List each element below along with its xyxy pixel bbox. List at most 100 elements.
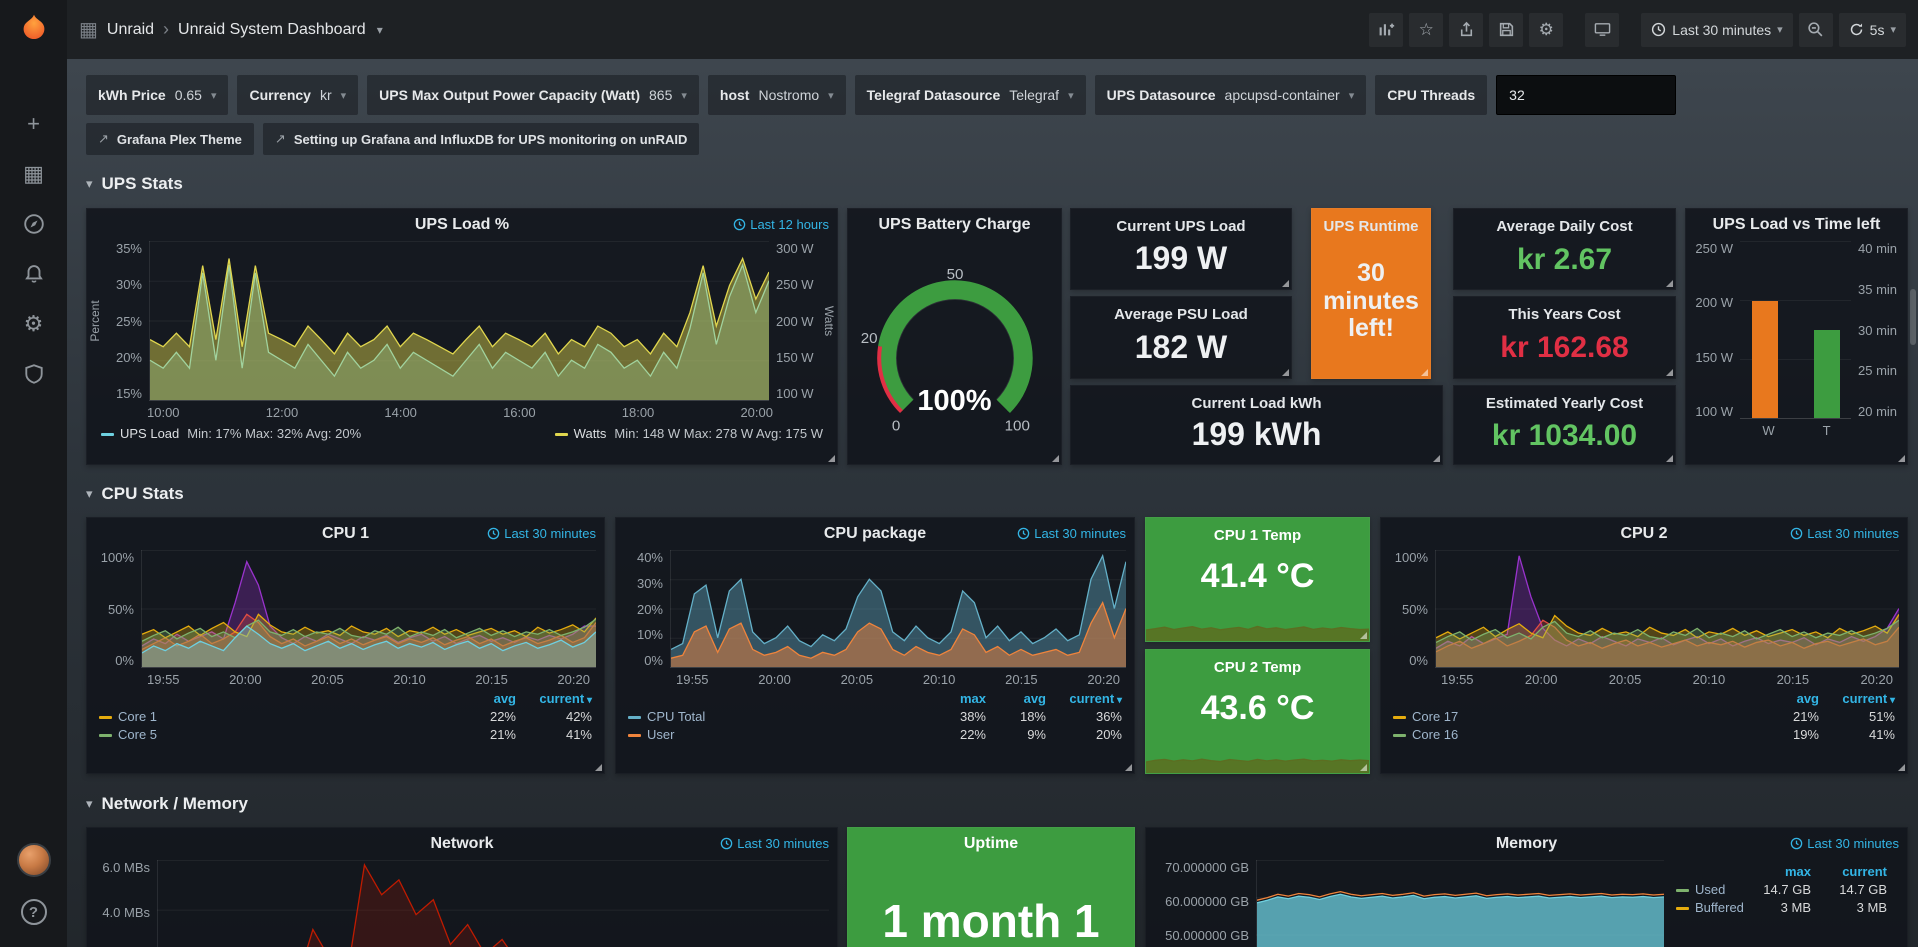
- variable-label: CPU Threads: [1387, 87, 1475, 103]
- alerting-bell-icon[interactable]: [21, 261, 47, 287]
- variable-label: kWh Price: [98, 87, 166, 103]
- panel-title[interactable]: Average PSU Load: [1114, 306, 1248, 323]
- panel-ups-runtime: UPS Runtime 30 minutes left!: [1311, 208, 1431, 379]
- panel-title[interactable]: CPU 2: [1620, 525, 1667, 543]
- dashboard-title[interactable]: Unraid System Dashboard: [178, 21, 366, 39]
- legend-col-header[interactable]: max: [926, 691, 986, 706]
- legend-series[interactable]: User: [628, 727, 926, 742]
- refresh-picker[interactable]: 5s ▾: [1839, 13, 1906, 47]
- legend-col-header[interactable]: current: [1811, 864, 1887, 879]
- panel-title[interactable]: UPS Load vs Time left: [1713, 216, 1881, 234]
- legend-col-header[interactable]: avg: [986, 691, 1046, 706]
- panel-header[interactable]: Network Last 30 minutes: [87, 828, 837, 860]
- caret-down-icon: ▾: [1349, 89, 1355, 102]
- dashboards-icon[interactable]: ▦: [21, 161, 47, 187]
- link-grafana-plex-theme[interactable]: ↗ Grafana Plex Theme: [86, 123, 254, 155]
- server-admin-shield-icon[interactable]: [21, 361, 47, 387]
- legend-series[interactable]: Used: [1676, 882, 1747, 897]
- legend-col-header[interactable]: max: [1747, 864, 1811, 879]
- panel-title[interactable]: This Years Cost: [1508, 306, 1620, 323]
- memory-chart[interactable]: [1256, 860, 1664, 947]
- panel-title[interactable]: UPS Runtime: [1323, 218, 1418, 235]
- panel-header[interactable]: CPU 1 Last 30 minutes: [87, 518, 604, 550]
- legend-series[interactable]: Core 16: [1393, 727, 1755, 742]
- variable-currency[interactable]: Currency kr ▾: [237, 75, 358, 115]
- panel-title[interactable]: Uptime: [964, 835, 1018, 853]
- panel-title[interactable]: CPU 2 Temp: [1214, 659, 1301, 676]
- chevron-down-icon[interactable]: ▾: [377, 23, 383, 37]
- share-button[interactable]: [1449, 13, 1483, 47]
- legend-col-header[interactable]: avg: [452, 691, 516, 706]
- breadcrumb-folder[interactable]: Unraid: [107, 21, 154, 39]
- panel-header[interactable]: UPS Load vs Time left: [1686, 209, 1907, 241]
- zoom-out-button[interactable]: [1799, 13, 1833, 47]
- cpu-threads-input[interactable]: [1496, 75, 1676, 115]
- ups-bar-chart[interactable]: [1740, 241, 1851, 419]
- ups-load-chart[interactable]: [149, 241, 769, 401]
- panel-title[interactable]: Network: [430, 835, 493, 853]
- row-header-ups-stats[interactable]: ▾ UPS Stats: [86, 169, 183, 199]
- legend-col-header[interactable]: current: [1819, 691, 1895, 706]
- grafana-logo[interactable]: [0, 0, 67, 59]
- tv-kiosk-mode-button[interactable]: [1585, 13, 1619, 47]
- variable-ups-datasource[interactable]: UPS Datasource apcupsd-container ▾: [1095, 75, 1367, 115]
- legend-series[interactable]: Buffered: [1676, 900, 1747, 915]
- chevron-down-icon: ▾: [86, 796, 93, 812]
- panel-title[interactable]: UPS Load %: [415, 216, 509, 234]
- row-header-cpu-stats[interactable]: ▾ CPU Stats: [86, 479, 184, 509]
- panel-title[interactable]: Current Load kWh: [1192, 395, 1322, 412]
- save-dashboard-button[interactable]: [1489, 13, 1523, 47]
- help-icon[interactable]: ?: [21, 899, 47, 925]
- network-chart[interactable]: [157, 860, 829, 947]
- add-panel-button[interactable]: [1369, 13, 1403, 47]
- legend-series[interactable]: Core 1: [99, 709, 452, 724]
- legend-entry[interactable]: UPS LoadMin: 17% Max: 32% Avg: 20%: [101, 426, 361, 441]
- legend-series[interactable]: Core 17: [1393, 709, 1755, 724]
- series-swatch: [555, 433, 568, 436]
- user-avatar[interactable]: [17, 843, 51, 877]
- cpu2-chart[interactable]: [1435, 550, 1899, 668]
- panel-header[interactable]: UPS Load % Last 12 hours: [87, 209, 837, 241]
- cpu1-chart[interactable]: [141, 550, 596, 668]
- panel-header[interactable]: CPU 2 Last 30 minutes: [1381, 518, 1907, 550]
- variable-kwh-price[interactable]: kWh Price 0.65 ▾: [86, 75, 228, 115]
- row-header-network-memory[interactable]: ▾ Network / Memory: [86, 789, 248, 819]
- panel-title[interactable]: Memory: [1496, 835, 1557, 853]
- legend-series[interactable]: Core 5: [99, 727, 452, 742]
- legend-entry[interactable]: WattsMin: 148 W Max: 278 W Avg: 175 W: [555, 426, 823, 441]
- legend-col-header[interactable]: current: [516, 691, 592, 706]
- time-picker[interactable]: Last 30 minutes ▾: [1641, 13, 1792, 47]
- dashboard-settings-button[interactable]: ⚙: [1529, 13, 1563, 47]
- bar-T[interactable]: [1814, 330, 1840, 419]
- y-axis-right: 40 min35 min30 min25 min20 min: [1851, 241, 1901, 419]
- panel-title[interactable]: Average Daily Cost: [1496, 218, 1632, 235]
- legend-col-header[interactable]: current: [1046, 691, 1122, 706]
- panel-title[interactable]: UPS Battery Charge: [878, 216, 1030, 234]
- grafana-app: + ▦ ⚙ ? ▦ Unraid › Unraid System Das: [0, 0, 1918, 947]
- legend-series[interactable]: CPU Total: [628, 709, 926, 724]
- panel-header[interactable]: Uptime: [964, 828, 1018, 860]
- panel-title[interactable]: CPU package: [824, 525, 926, 543]
- panel-title[interactable]: Estimated Yearly Cost: [1486, 395, 1643, 412]
- configuration-gear-icon[interactable]: ⚙: [21, 311, 47, 337]
- variable-host[interactable]: host Nostromo ▾: [708, 75, 846, 115]
- axis-tick: 150 W: [1695, 350, 1733, 365]
- panel-title[interactable]: Current UPS Load: [1116, 218, 1245, 235]
- create-icon[interactable]: +: [21, 111, 47, 137]
- legend-value: 42%: [516, 709, 592, 724]
- panel-title[interactable]: CPU 1: [322, 525, 369, 543]
- bar-W[interactable]: [1752, 301, 1778, 418]
- panel-cpu1-temp: CPU 1 Temp 41.4 °C: [1145, 517, 1370, 642]
- legend-col-header[interactable]: avg: [1755, 691, 1819, 706]
- variable-telegraf-datasource[interactable]: Telegraf Datasource Telegraf ▾: [855, 75, 1086, 115]
- star-button[interactable]: ☆: [1409, 13, 1443, 47]
- cpu-package-chart[interactable]: [670, 550, 1126, 668]
- link-ups-monitoring-guide[interactable]: ↗ Setting up Grafana and InfluxDB for UP…: [263, 123, 700, 155]
- variable-ups-max-output[interactable]: UPS Max Output Power Capacity (Watt) 865…: [367, 75, 699, 115]
- panel-header[interactable]: CPU package Last 30 minutes: [616, 518, 1134, 550]
- scrollbar-thumb[interactable]: [1910, 289, 1916, 345]
- panel-header[interactable]: UPS Battery Charge: [878, 209, 1030, 241]
- explore-compass-icon[interactable]: [21, 211, 47, 237]
- panel-title[interactable]: CPU 1 Temp: [1214, 527, 1301, 544]
- panel-header[interactable]: Memory Last 30 minutes: [1146, 828, 1907, 860]
